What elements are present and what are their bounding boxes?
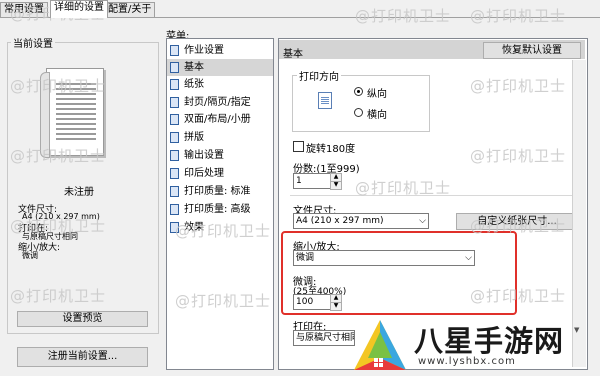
watermark-text: @打印机卫士	[175, 292, 272, 310]
basic-header-title: 基本	[283, 49, 303, 60]
print-on-select[interactable]: 与原稿尺寸相同	[293, 330, 355, 346]
imposition-icon	[170, 132, 179, 143]
scroll-down-icon[interactable]: ▼	[574, 326, 582, 334]
menu-item-finishing[interactable]: 印后处理	[167, 165, 273, 182]
current-settings-title: 当前设置	[11, 35, 55, 50]
portrait-radio[interactable]	[354, 87, 363, 96]
landscape-radio[interactable]	[354, 108, 363, 117]
doc-size-value: A4 (210 x 297 mm)	[296, 216, 384, 226]
rotate-label: 旋转180度	[306, 144, 356, 155]
copies-input[interactable]: 1	[293, 173, 331, 189]
watermark-text: @打印机卫士	[470, 7, 567, 25]
chevron-down-icon: ⌵	[419, 216, 426, 226]
watermark-text: @打印机卫士	[470, 217, 567, 235]
preview-settings-button[interactable]: 设置预览	[17, 311, 148, 327]
watermark-text: @打印机卫士	[470, 287, 567, 305]
quality-advanced-icon	[170, 204, 179, 215]
watermark-text: @打印机卫士	[470, 147, 567, 165]
menu-item-imposition[interactable]: 拼版	[167, 129, 273, 146]
job-settings-icon	[170, 45, 179, 56]
brand-name: 八星手游网	[414, 324, 565, 358]
menu-item-basic[interactable]: 基本	[167, 59, 273, 76]
scale-value: 微调	[22, 251, 38, 260]
watermark-text: @打印机卫士	[10, 77, 107, 95]
menu-item-cover[interactable]: 封页/隔页/指定	[167, 94, 273, 111]
landscape-label: 横向	[367, 110, 387, 121]
copies-down-icon[interactable]: ▼	[330, 181, 342, 190]
vertical-scrollbar[interactable]	[572, 60, 586, 367]
paper-icon	[170, 79, 179, 90]
watermark-text: @打印机卫士	[175, 222, 272, 240]
basic-icon	[170, 62, 179, 73]
portrait-page-icon	[318, 92, 332, 109]
duplex-icon	[170, 114, 179, 125]
output-icon	[170, 150, 179, 161]
watermark-text: @打印机卫士	[355, 7, 452, 25]
unregistered-label: 未注册	[64, 187, 94, 198]
restore-defaults-button[interactable]: 恢复默认设置	[483, 42, 581, 59]
watermark-text: @打印机卫士	[10, 287, 107, 305]
menu-item-duplex[interactable]: 双面/布局/小册	[167, 111, 273, 128]
menu-tree: 作业设置 基本 纸张 封页/隔页/指定 双面/布局/小册 拼版 输出设置 印后处…	[166, 38, 274, 370]
doc-size-select[interactable]: A4 (210 x 297 mm) ⌵	[293, 213, 429, 229]
portrait-label: 纵向	[367, 89, 387, 100]
watermark-text: @打印机卫士	[10, 147, 107, 165]
finishing-icon	[170, 168, 179, 179]
menu-item-quality-standard[interactable]: 打印质量: 标准	[167, 183, 273, 200]
menu-item-paper[interactable]: 纸张	[167, 76, 273, 93]
cover-icon	[170, 97, 179, 108]
quality-standard-icon	[170, 186, 179, 197]
watermark-text: @打印机卫士	[355, 179, 452, 197]
menu-item-output[interactable]: 输出设置	[167, 147, 273, 164]
rotate-checkbox[interactable]	[293, 141, 304, 152]
brand-url: www.lyshbx.com	[418, 356, 516, 367]
watermark-text: @打印机卫士	[470, 77, 567, 95]
orientation-label: 打印方向	[297, 68, 341, 83]
tab-detailed-settings[interactable]: 详细的设置	[50, 0, 108, 18]
tab-config-about[interactable]: 配置/关于	[104, 2, 156, 17]
register-settings-button[interactable]: 注册当前设置...	[17, 347, 148, 367]
menu-item-quality-advanced[interactable]: 打印质量: 高级	[167, 201, 273, 218]
orientation-group	[292, 75, 430, 132]
menu-item-job-settings[interactable]: 作业设置	[167, 42, 273, 59]
watermark-text: @打印机卫士	[10, 217, 107, 235]
brand-logo	[350, 318, 410, 373]
